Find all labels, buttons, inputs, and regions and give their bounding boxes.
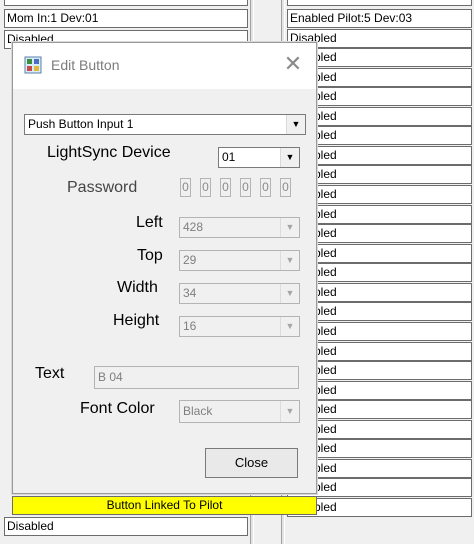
height-select[interactable]: 16 ▼ [179,316,300,337]
password-digit-field[interactable]: 0 [280,178,291,197]
right-cell[interactable]: Enabled Pilot:5 Dev:03 [287,9,472,28]
chevron-down-icon[interactable]: ▼ [280,148,299,167]
left-value: 428 [183,220,204,234]
chevron-down-icon: ▼ [280,218,299,237]
close-button[interactable]: Close [205,448,298,478]
password-digit-field[interactable]: 0 [220,178,231,197]
width-label: Width [117,279,158,296]
lightsync-device-select[interactable]: 01 ▼ [218,147,300,168]
input-select[interactable]: Push Button Input 1 ▼ [24,114,306,135]
left-select[interactable]: 428 ▼ [179,217,300,238]
chevron-down-icon: ▼ [280,284,299,303]
dialog-title: Edit Button [51,57,120,73]
top-value: 29 [183,253,197,267]
linked-status-bar: Button Linked To Pilot [12,496,317,515]
left-cell-partial[interactable] [4,0,248,6]
height-label: Height [113,312,160,329]
left-label: Left [136,214,163,231]
edit-button-dialog: Edit Button ✕ Push Button Input 1 ▼ Ligh… [12,42,317,494]
lightsync-device-value: 01 [222,150,236,164]
app-icon [24,56,42,74]
height-value: 16 [183,319,197,333]
text-input[interactable]: B 04 [94,366,299,389]
top-label: Top [137,247,163,264]
width-select[interactable]: 34 ▼ [179,283,300,304]
password-digit-field[interactable]: 0 [260,178,271,197]
chevron-down-icon: ▼ [280,317,299,336]
right-cell-partial[interactable] [287,0,472,6]
top-select[interactable]: 29 ▼ [179,250,300,271]
chevron-down-icon: ▼ [280,251,299,270]
chevron-down-icon[interactable]: ▼ [286,115,305,134]
chevron-down-icon: ▼ [280,401,299,422]
left-cell-disabled-bottom[interactable]: Disabled [4,517,248,536]
password-digit-field[interactable]: 0 [200,178,211,197]
password-label: Password [67,179,138,196]
close-icon[interactable]: ✕ [278,51,308,79]
password-digit-field[interactable]: 0 [180,178,191,197]
lightsync-label: LightSync Device [47,144,171,161]
password-digit-field[interactable]: 0 [240,178,251,197]
dialog-titlebar[interactable]: Edit Button ✕ [13,43,316,89]
font-color-select[interactable]: Black ▼ [179,400,300,423]
font-color-label: Font Color [80,400,155,417]
width-value: 34 [183,286,197,300]
text-label: Text [35,365,65,382]
left-cell-mom-in[interactable]: Mom In:1 Dev:01 [4,9,248,28]
font-color-value: Black [183,404,213,418]
input-select-value: Push Button Input 1 [28,117,134,131]
